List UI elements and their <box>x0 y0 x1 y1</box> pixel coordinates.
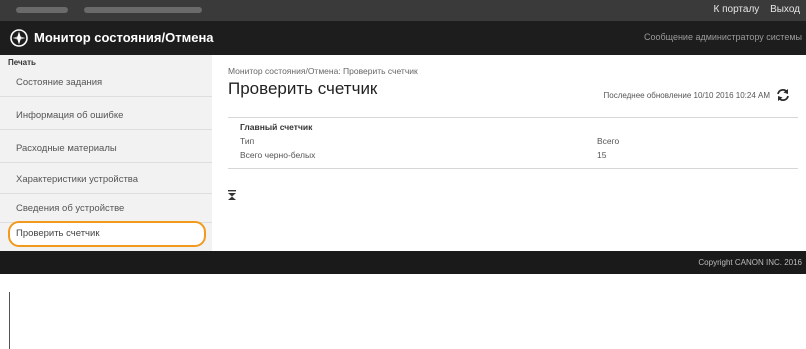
edge-line <box>9 292 10 349</box>
main-content: Монитор состояния/Отмена: Проверить счет… <box>212 55 806 251</box>
sidebar-section-label: Печать <box>8 58 36 67</box>
row-total-cell: 15 <box>597 150 607 160</box>
top-strip: К порталу Выход <box>0 0 806 21</box>
top-links: К порталу Выход <box>706 4 801 15</box>
sidebar-item-device-info[interactable]: Сведения об устройстве <box>0 195 212 223</box>
sidebar-item-device-features[interactable]: Характеристики устройства <box>0 166 212 194</box>
sidebar-item-error-info[interactable]: Информация об ошибке <box>0 102 212 130</box>
page-title: Проверить счетчик <box>228 79 378 98</box>
column-header-total: Всего <box>597 136 620 146</box>
footer: Copyright CANON INC. 2016 <box>0 251 806 274</box>
sidebar-item-job-status[interactable]: Состояние задания <box>0 69 212 97</box>
table-heading: Главный счетчик <box>240 122 313 132</box>
sidebar-item-check-counter[interactable]: Проверить счетчик <box>8 221 206 247</box>
logout-link[interactable]: Выход <box>770 4 800 15</box>
portal-link[interactable]: К порталу <box>714 4 760 15</box>
counter-table: Главный счетчик Тип Всего Всего черно-бе… <box>228 117 798 169</box>
last-update-label: Последнее обновление 10/10 2016 10:24 AM <box>603 90 771 100</box>
blurred-text <box>16 7 68 13</box>
collapse-all-icon[interactable] <box>228 190 236 200</box>
table-row: Всего черно-белых 15 <box>228 148 798 162</box>
app-title: Монитор состояния/Отмена <box>34 30 214 45</box>
copyright-text: Copyright CANON INC. 2016 <box>698 258 802 267</box>
app-header: Монитор состояния/Отмена Сообщение админ… <box>0 21 806 55</box>
breadcrumb: Монитор состояния/Отмена: Проверить счет… <box>228 66 418 76</box>
divider <box>228 168 798 169</box>
table-header-row: Тип Всего <box>228 134 798 148</box>
refresh-icon[interactable] <box>776 88 790 102</box>
sidebar-item-consumables[interactable]: Расходные материалы <box>0 135 212 163</box>
blurred-text <box>84 7 202 13</box>
row-type-cell: Всего черно-белых <box>240 150 316 160</box>
column-header-type: Тип <box>240 136 255 146</box>
compass-logo-icon <box>10 29 28 47</box>
sidebar: Печать Состояние задания Информация об о… <box>0 55 212 251</box>
last-update: Последнее обновление 10/10 2016 10:24 AM <box>604 88 791 102</box>
admin-message-link[interactable]: Сообщение администратору системы <box>644 32 802 42</box>
